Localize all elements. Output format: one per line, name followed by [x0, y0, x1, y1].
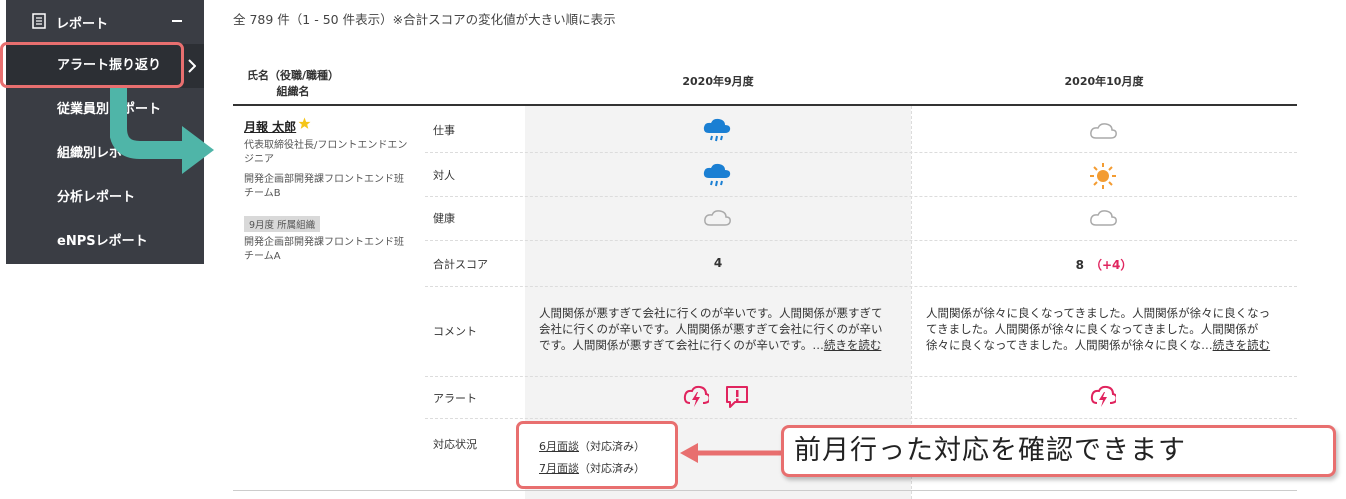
row-label-alert: アラート: [433, 392, 477, 405]
total-score-oct: 8 （+4）: [911, 256, 1297, 273]
total-score-value: 8: [1075, 258, 1084, 272]
response-status: （対応済み）: [579, 462, 645, 475]
response-item: 7月面談（対応済み）: [539, 460, 645, 476]
row-divider: [425, 376, 1297, 377]
response-link[interactable]: 6月面談: [539, 440, 579, 453]
employee-name-link[interactable]: 月報 太郎: [244, 118, 296, 135]
row-label-total: 合計スコア: [433, 258, 488, 271]
employee-prev-org-line2: チームA: [244, 251, 281, 262]
cloud-icon: [704, 210, 731, 226]
comment-line: 徐々に良くなってきました。人間関係が徐々に良くな…続きを読む: [926, 337, 1286, 353]
rain-cloud-icon: [703, 118, 731, 142]
exclamation-alert-icon[interactable]: [725, 385, 749, 409]
sidebar-item-enps-report[interactable]: eNPSレポート: [6, 220, 204, 264]
header-month-sep: 2020年9月度: [682, 75, 754, 88]
lightning-alert-icon[interactable]: [683, 385, 709, 409]
header-month-oct: 2020年10月度: [1064, 75, 1144, 88]
comment-line: 会社に行くのが辛いです。人間関係が悪すぎて会社に行くのが辛い: [539, 322, 883, 336]
pointer-arrow-icon: [110, 88, 214, 174]
employee-org-line2: チームB: [244, 188, 281, 199]
employee-title-line1: 代表取締役社長/フロントエンドエン: [244, 140, 408, 151]
callout-arrow-icon: [680, 443, 784, 463]
org-badge: 9月度 所属組織: [244, 216, 321, 232]
read-more-link[interactable]: 続きを読む: [1213, 338, 1271, 352]
row-divider: [425, 418, 1297, 419]
row-label-health: 健康: [433, 212, 455, 225]
rain-cloud-icon: [703, 163, 731, 187]
comment-line: です。人間関係が悪すぎて会社に行くのが辛いです。…続きを読む: [539, 337, 899, 353]
comment-line: 人間関係が徐々に良くなってきました。人間関係が徐々に良くなっ: [926, 306, 1271, 320]
comment-line-text: です。人間関係が悪すぎて会社に行くのが辛いです。…: [539, 338, 824, 352]
response-item: 6月面談（対応済み）: [539, 438, 645, 454]
comment-line: 人間関係が悪すぎて会社に行くのが辛いです。人間関係が悪すぎて: [539, 306, 883, 320]
read-more-link[interactable]: 続きを読む: [824, 338, 882, 352]
row-divider: [425, 286, 1297, 287]
sidebar-item-analysis-report[interactable]: 分析レポート: [6, 176, 204, 220]
cloud-icon: [1090, 123, 1117, 139]
employee-prev-org-line1: 開発企画部開発課フロントエンド班: [244, 237, 404, 248]
chevron-right-icon: [188, 59, 196, 73]
employee-title-line2: ジニア: [244, 154, 274, 165]
row-label-response: 対応状況: [433, 438, 477, 451]
highlight-frame: [0, 42, 184, 88]
total-score-sep: 4: [713, 256, 723, 270]
comment-line: てきました。人間関係が徐々に良くなってきました。人間関係が: [926, 322, 1259, 336]
sidebar-item-label: 分析レポート: [57, 190, 136, 205]
lightning-alert-icon[interactable]: [1090, 385, 1116, 409]
response-highlight-frame: [516, 421, 678, 489]
sidebar-item-label: eNPSレポート: [57, 234, 148, 249]
row-label-relations: 対人: [433, 169, 455, 182]
table-bottom-divider: [233, 490, 1297, 491]
callout-box: 前月行った対応を確認できます: [781, 425, 1336, 477]
row-divider: [425, 240, 1297, 241]
header-name-line2: 組織名: [276, 85, 310, 98]
sidebar-section-report[interactable]: レポート: [6, 0, 204, 44]
sun-icon: [1090, 163, 1116, 189]
comment-line-text: 徐々に良くなってきました。人間関係が徐々に良くな…: [926, 338, 1213, 352]
row-label-comment: コメント: [433, 325, 477, 338]
header-name: 氏名（役職/職種） 組織名: [233, 67, 353, 99]
comment-oct: 人間関係が徐々に良くなってきました。人間関係が徐々に良くなっ てきました。人間関…: [926, 305, 1286, 353]
score-delta: （+4）: [1089, 258, 1133, 272]
response-status: （対応済み）: [579, 440, 645, 453]
row-divider: [425, 196, 1297, 197]
star-icon: [298, 117, 311, 129]
response-link[interactable]: 7月面談: [539, 462, 579, 475]
sidebar-section-title: レポート: [56, 17, 109, 32]
employee-org: 開発企画部開発課フロントエンド班 チームB: [244, 173, 414, 201]
document-icon: [32, 13, 46, 29]
employee-title: 代表取締役社長/フロントエンドエン ジニア: [244, 139, 414, 167]
row-label-work: 仕事: [433, 124, 455, 137]
employee-prev-org: 開発企画部開発課フロントエンド班 チームA: [244, 236, 414, 264]
header-name-line1: 氏名（役職/職種）: [246, 69, 340, 82]
cloud-icon: [1090, 210, 1117, 226]
employee-org-line1: 開発企画部開発課フロントエンド班: [244, 174, 404, 185]
row-divider: [425, 152, 1297, 153]
result-summary: 全 789 件（1 - 50 件表示）※合計スコアの変化値が大きい順に表示: [233, 12, 616, 27]
comment-sep: 人間関係が悪すぎて会社に行くのが辛いです。人間関係が悪すぎて 会社に行くのが辛い…: [539, 305, 899, 353]
collapse-icon[interactable]: [172, 20, 182, 22]
